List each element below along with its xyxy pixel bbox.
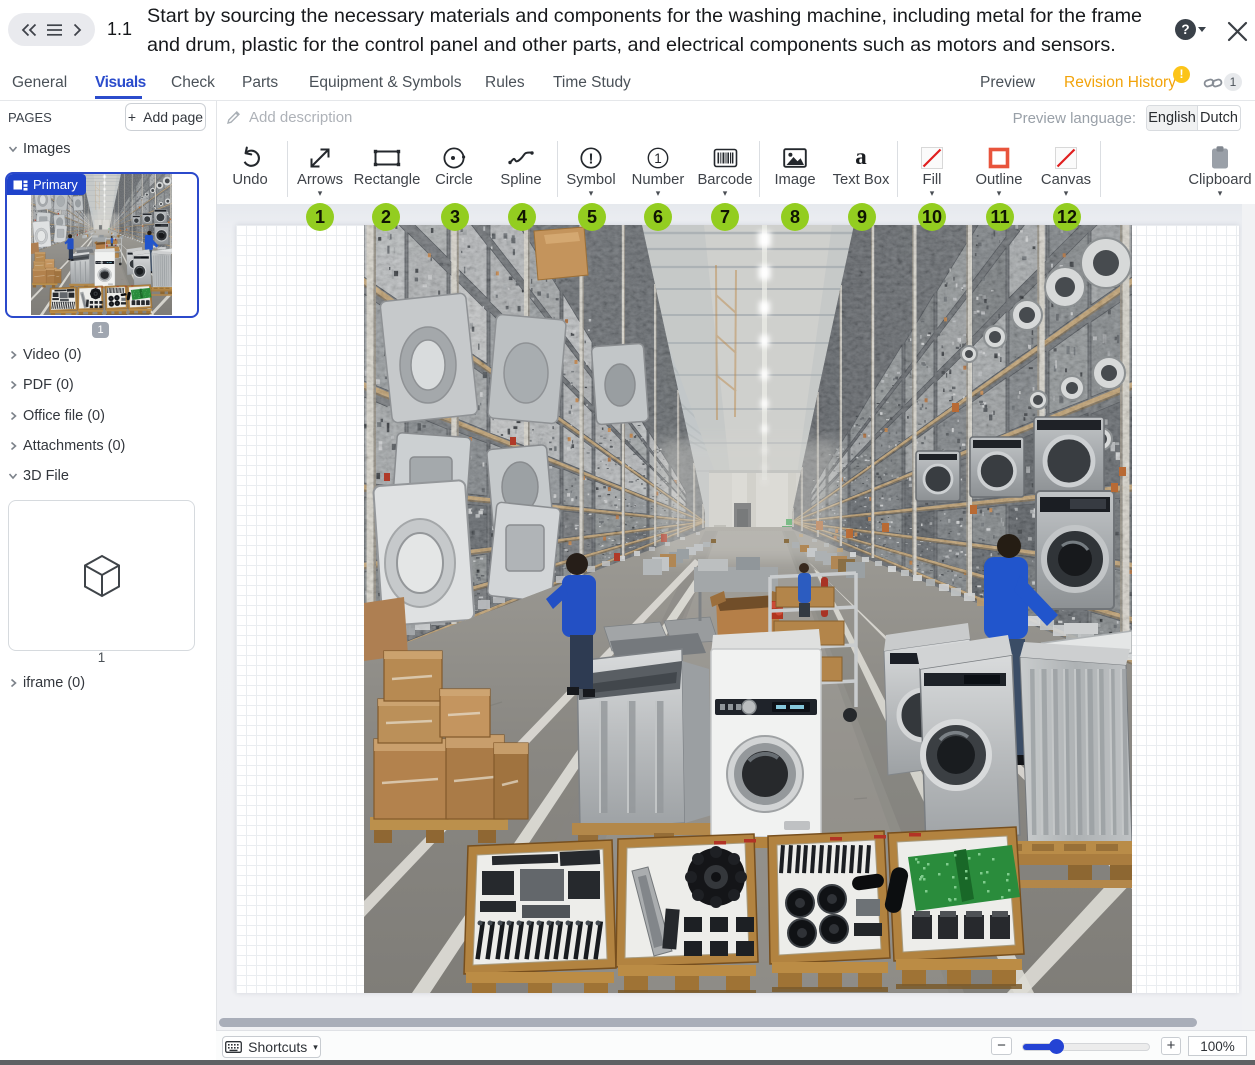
svg-text:1: 1 bbox=[654, 151, 662, 166]
svg-text:a: a bbox=[855, 145, 867, 169]
svg-text:!: ! bbox=[589, 150, 594, 167]
